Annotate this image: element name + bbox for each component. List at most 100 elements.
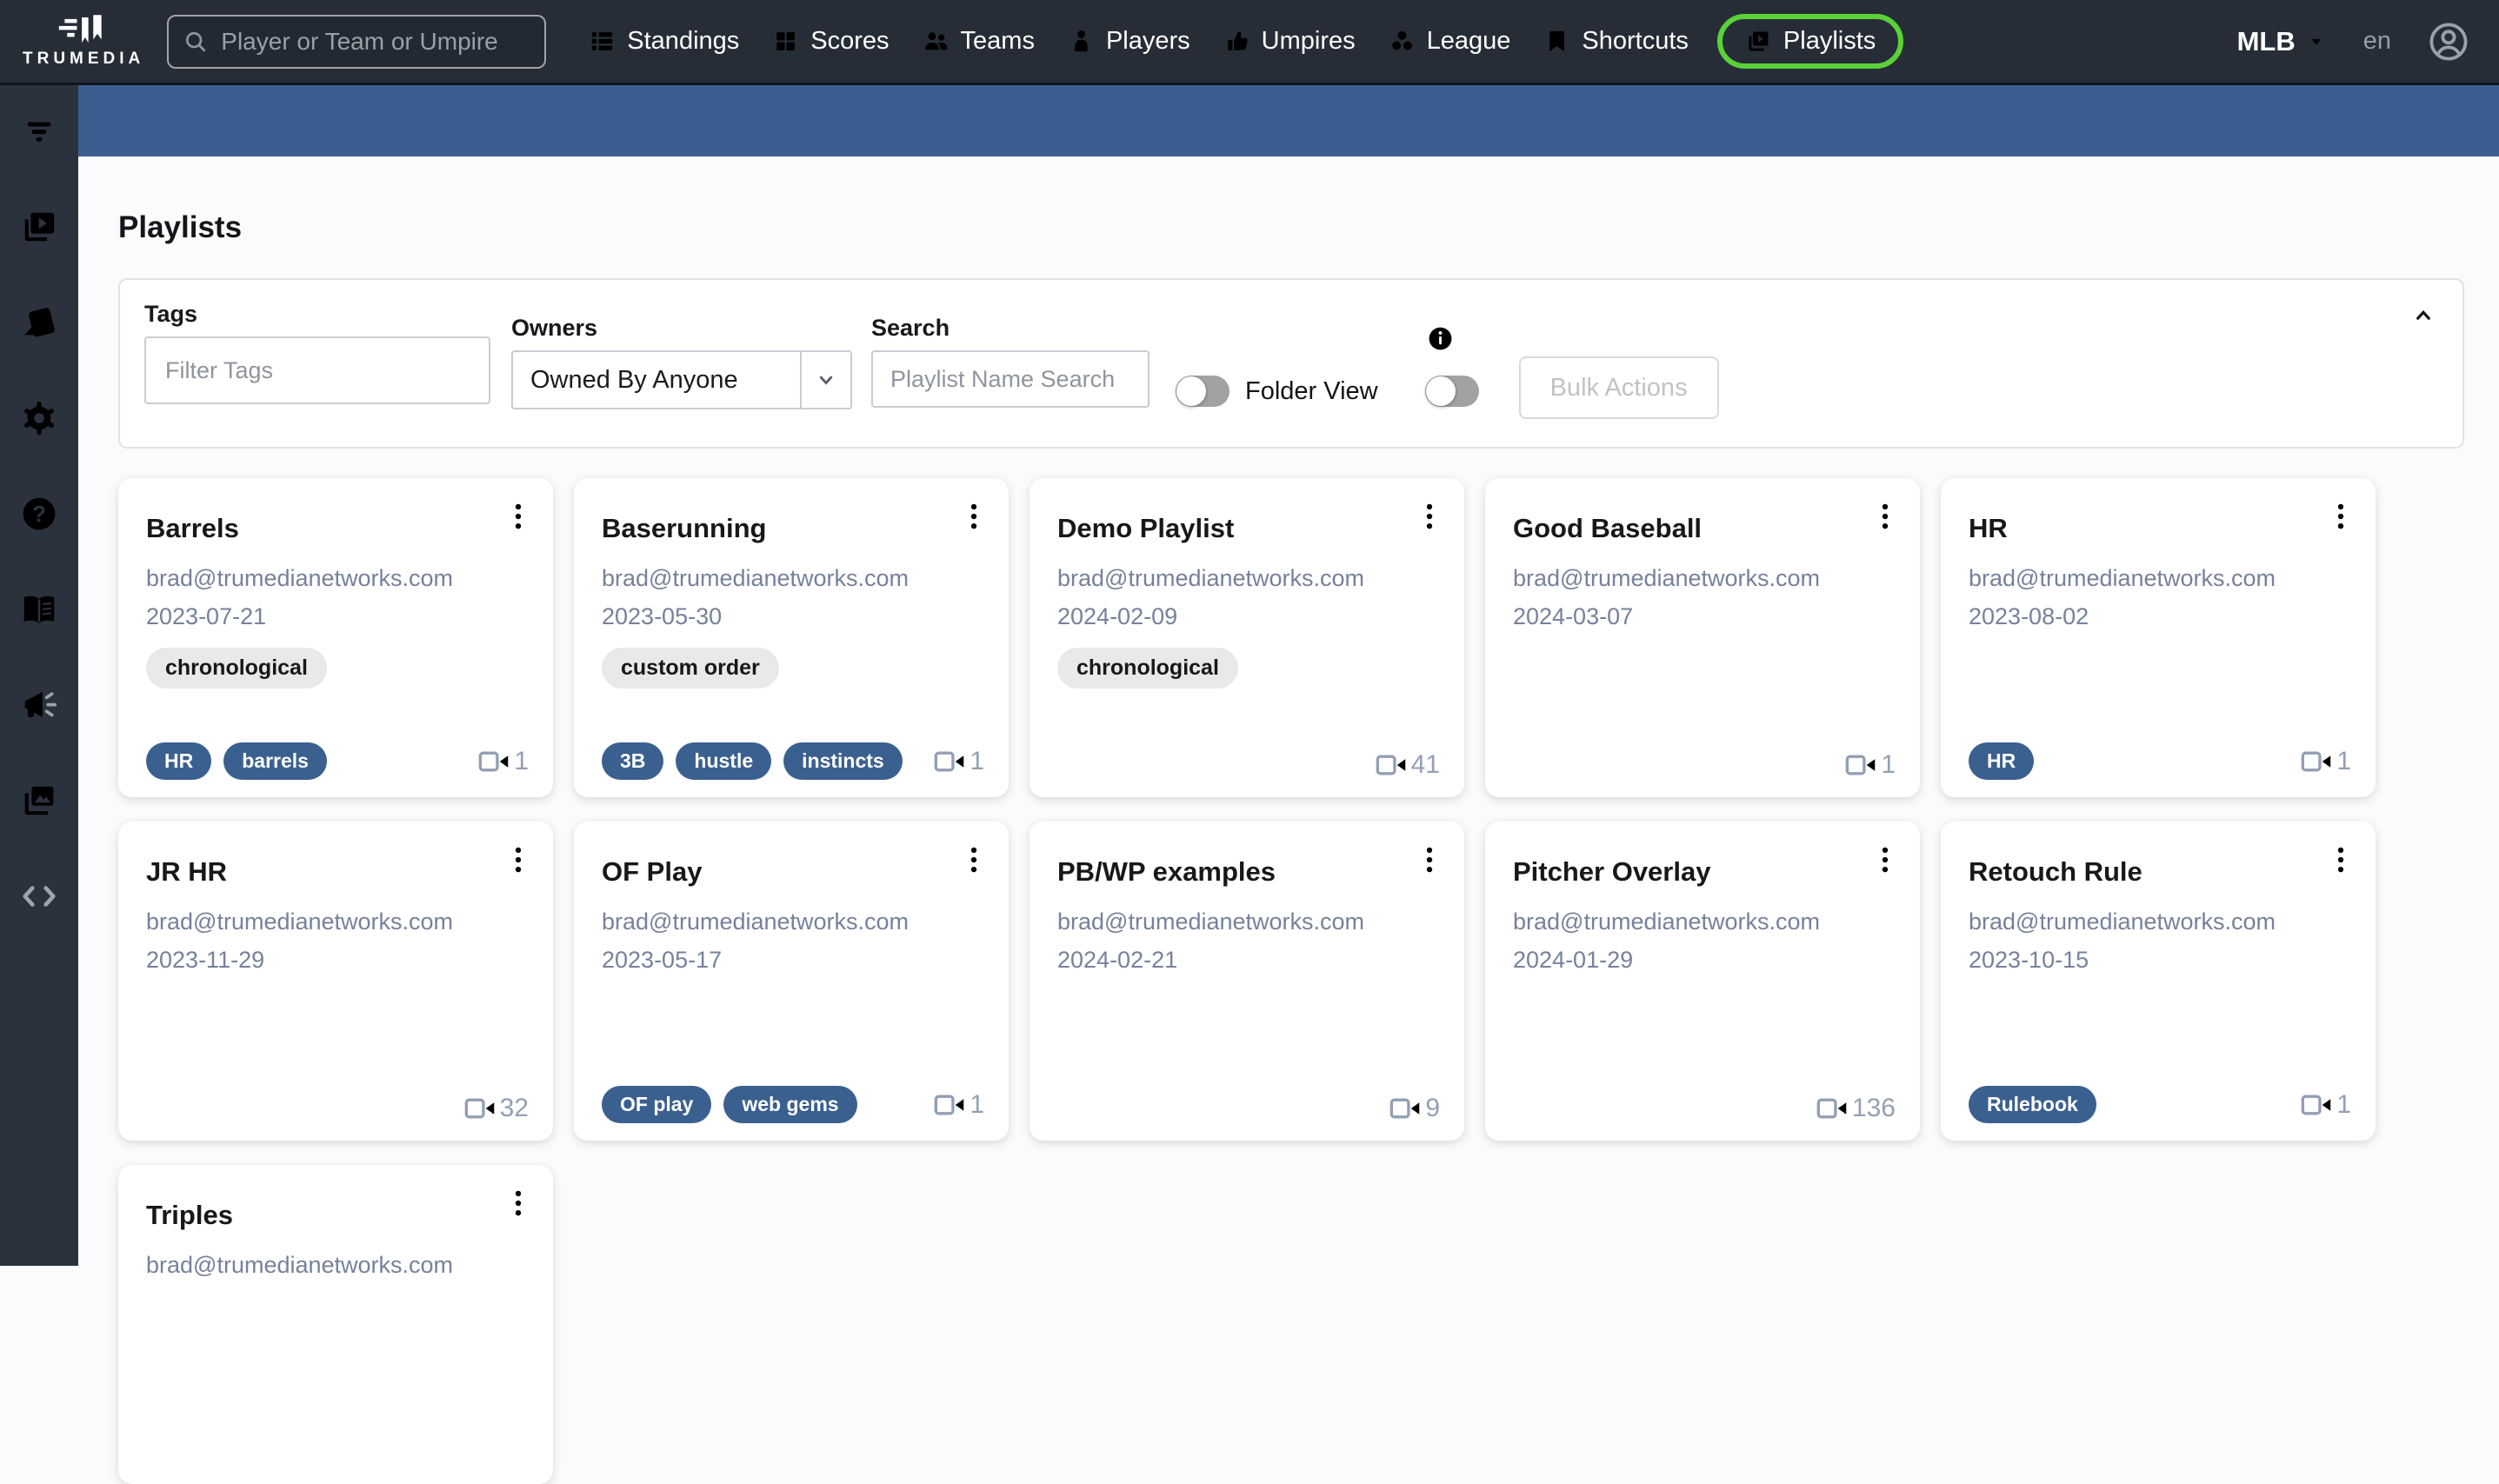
playlist-date: 2023-07-21 <box>146 603 267 629</box>
nav-item-label: Teams <box>960 27 1035 55</box>
video-count-number: 41 <box>1410 750 1440 779</box>
playlist-title: Triples <box>146 1200 233 1230</box>
video-count-number: 1 <box>970 1089 984 1119</box>
tags-filter-input[interactable] <box>144 336 490 404</box>
nav-item-teams[interactable]: Teams <box>923 18 1035 64</box>
nav-item-standings[interactable]: Standings <box>589 18 739 64</box>
settings-gear-icon[interactable] <box>19 398 59 438</box>
playlist-tag-pill[interactable]: OF play <box>602 1086 712 1123</box>
bulk-actions-toggle[interactable] <box>1424 376 1479 407</box>
main-area: Playlists Tags Owners Owned By Anyone Se… <box>78 85 2499 1484</box>
playlist-owner: brad@trumedianetworks.com <box>146 565 454 591</box>
nav-item-shortcuts[interactable]: Shortcuts <box>1543 18 1689 64</box>
sort-order-pill: chronological <box>146 648 327 689</box>
kebab-menu-icon[interactable] <box>1869 844 1901 875</box>
info-icon[interactable] <box>1427 325 1454 352</box>
video-count: 1 <box>2300 1090 2351 1120</box>
playlist-tag-pill[interactable]: barrels <box>223 742 327 780</box>
brand-logo[interactable]: TRUMEDIA <box>23 14 144 69</box>
playlist-tag-pill[interactable]: 3B <box>602 742 664 780</box>
kebab-menu-icon[interactable] <box>958 844 990 875</box>
help-question-icon[interactable] <box>19 494 59 534</box>
kebab-menu-icon[interactable] <box>503 1188 534 1219</box>
filter-icon[interactable] <box>19 111 59 151</box>
kebab-menu-icon[interactable] <box>503 501 534 532</box>
video-playlists-icon[interactable] <box>19 207 59 247</box>
playlist-card[interactable]: Baserunning brad@trumedianetworks.com 20… <box>574 478 1009 797</box>
playlist-card[interactable]: Triples brad@trumedianetworks.com <box>118 1165 553 1484</box>
card-footer: HR 1 <box>1969 742 2351 780</box>
playlist-card[interactable]: PB/WP examples brad@trumedianetworks.com… <box>1030 822 1464 1141</box>
kebab-menu-icon[interactable] <box>1414 501 1445 532</box>
owners-select-value: Owned By Anyone <box>530 365 738 394</box>
video-count: 9 <box>1389 1094 1440 1123</box>
kebab-menu-icon[interactable] <box>958 501 990 532</box>
playlist-tag-pill[interactable]: Rulebook <box>1969 1086 2096 1123</box>
folder-view-toggle[interactable] <box>1176 376 1230 407</box>
league-selector-value: MLB <box>2236 25 2296 57</box>
docs-book-icon[interactable] <box>19 589 59 629</box>
playlist-title: Pitcher Overlay <box>1513 856 1711 887</box>
playlist-owner: brad@trumedianetworks.com <box>602 565 910 591</box>
nav-item-umpires[interactable]: Umpires <box>1223 18 1356 64</box>
video-camera-icon <box>1816 1096 1849 1121</box>
video-count-number: 1 <box>514 746 529 775</box>
search-filter-group: Search <box>871 315 1150 408</box>
playlist-card[interactable]: Retouch Rule brad@trumedianetworks.com 2… <box>1941 822 2376 1141</box>
playlist-owner: brad@trumedianetworks.com <box>1513 565 1821 591</box>
header-band <box>78 85 2499 156</box>
playlist-owner: brad@trumedianetworks.com <box>1969 908 2276 935</box>
league-selector[interactable]: MLB <box>2237 26 2327 57</box>
playlist-tag-pill[interactable]: web gems <box>723 1086 857 1123</box>
playlist-card[interactable]: JR HR brad@trumedianetworks.com 2023-11-… <box>118 822 553 1141</box>
playlist-title: PB/WP examples <box>1057 856 1276 887</box>
media-images-icon[interactable] <box>19 781 59 821</box>
card-footer: 9 <box>1057 1094 1440 1123</box>
tags-label: Tags <box>144 301 198 327</box>
nav-item-scores[interactable]: Scores <box>772 18 890 64</box>
cards-deck-icon[interactable] <box>19 303 59 343</box>
playlist-tag-pill[interactable]: instincts <box>783 742 903 780</box>
playlist-title: JR HR <box>146 856 228 887</box>
playlist-card[interactable]: Demo Playlist brad@trumedianetworks.com … <box>1030 478 1464 797</box>
playlist-owner: brad@trumedianetworks.com <box>146 908 454 935</box>
kebab-menu-icon[interactable] <box>2325 844 2356 875</box>
playlist-card[interactable]: Good Baseball brad@trumedianetworks.com … <box>1485 478 1920 797</box>
video-count: 136 <box>1816 1094 1896 1123</box>
playlist-tag-pill[interactable]: HR <box>146 742 212 780</box>
nav-item-league[interactable]: League <box>1389 18 1510 64</box>
owners-select[interactable]: Owned By Anyone <box>511 350 852 409</box>
embed-code-icon[interactable] <box>19 876 59 916</box>
playlist-card[interactable]: Barrels brad@trumedianetworks.com 2023-0… <box>118 478 553 797</box>
video-camera-icon <box>1375 753 1408 777</box>
playlist-card[interactable]: HR brad@trumedianetworks.com 2023-08-02 … <box>1941 478 2376 797</box>
playlist-owner: brad@trumedianetworks.com <box>1057 565 1365 591</box>
card-footer: 136 <box>1513 1094 1896 1123</box>
kebab-menu-icon[interactable] <box>503 844 534 875</box>
announcements-megaphone-icon[interactable] <box>19 685 59 725</box>
playlist-name-search-input[interactable] <box>871 350 1150 408</box>
global-search-input[interactable] <box>219 26 531 57</box>
user-avatar-icon[interactable] <box>2428 21 2469 63</box>
nav-item-players[interactable]: Players <box>1068 18 1190 64</box>
kebab-menu-icon[interactable] <box>1414 844 1445 875</box>
video-count-number: 136 <box>1851 1094 1896 1122</box>
global-search-box <box>167 14 547 69</box>
caret-down-icon <box>2306 31 2327 52</box>
playlist-date: 2023-05-17 <box>602 947 723 973</box>
playlist-card[interactable]: OF Play brad@trumedianetworks.com 2023-0… <box>574 822 1009 1141</box>
nav-item-playlists[interactable]: Playlists <box>1716 14 1904 69</box>
playlist-tag-list: OF play web gems <box>602 1086 857 1123</box>
playlist-tag-pill[interactable]: HR <box>1969 742 2035 780</box>
kebab-menu-icon[interactable] <box>2325 501 2356 532</box>
playlist-tag-pill[interactable]: hustle <box>676 742 772 780</box>
kebab-menu-icon[interactable] <box>1869 501 1901 532</box>
bulk-actions-button[interactable]: Bulk Actions <box>1518 356 1719 419</box>
owners-select-chevron <box>800 352 850 408</box>
playlist-card[interactable]: Pitcher Overlay brad@trumedianetworks.co… <box>1485 822 1920 1141</box>
video-count: 32 <box>463 1094 529 1123</box>
playlist-owner: brad@trumedianetworks.com <box>1513 908 1821 935</box>
language-selector[interactable]: en <box>2363 27 2391 56</box>
panel-collapse-chevron-up-icon[interactable] <box>2410 303 2436 329</box>
page-title: Playlists <box>118 210 243 244</box>
